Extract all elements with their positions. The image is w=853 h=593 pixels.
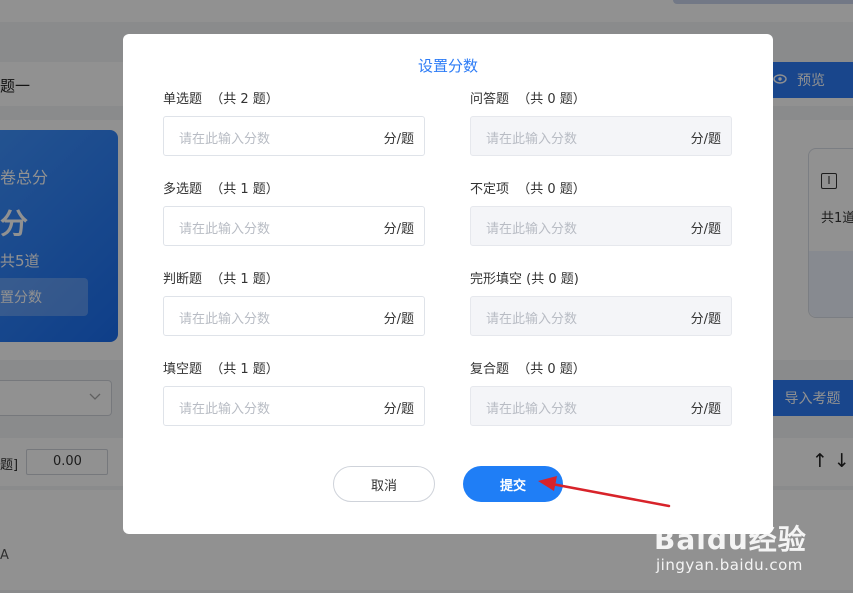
cloze-score-input[interactable]: 请在此输入分数 分/题	[470, 296, 732, 336]
multi-choice-score-input[interactable]: 请在此输入分数 分/题	[163, 206, 425, 246]
input-placeholder: 请在此输入分数	[179, 222, 271, 237]
input-placeholder: 请在此输入分数	[179, 132, 271, 147]
true-false-label: 判断题 （共 1 题）	[163, 272, 279, 287]
cancel-button[interactable]: 取消	[333, 466, 435, 502]
input-placeholder: 请在此输入分数	[486, 132, 578, 147]
true-false-score-input[interactable]: 请在此输入分数 分/题	[163, 296, 425, 336]
input-placeholder: 请在此输入分数	[486, 312, 578, 327]
multi-choice-label: 多选题 （共 1 题）	[163, 182, 279, 197]
input-placeholder: 请在此输入分数	[486, 222, 578, 237]
essay-score-input[interactable]: 请在此输入分数 分/题	[470, 116, 732, 156]
essay-label: 问答题 （共 0 题）	[470, 92, 586, 107]
indefinite-choice-label: 不定项 （共 0 题）	[470, 182, 586, 197]
dialog-title: 设置分数	[417, 57, 478, 75]
baidu-watermark: Baidu经验 jingyan.baidu.com	[654, 500, 814, 580]
composite-label: 复合题 （共 0 题）	[470, 362, 586, 377]
fill-blank-label: 填空题 （共 1 题）	[163, 362, 279, 377]
fill-blank-score-input[interactable]: 请在此输入分数 分/题	[163, 386, 425, 426]
set-score-dialog: 设置分数 单选题 （共 2 题） 请在此输入分数 分/题 多选题 （共 1 题）…	[123, 34, 773, 534]
indefinite-choice-score-input[interactable]: 请在此输入分数 分/题	[470, 206, 732, 246]
input-placeholder: 请在此输入分数	[486, 402, 578, 417]
unit-label: 分/题	[383, 132, 414, 147]
composite-score-input[interactable]: 请在此输入分数 分/题	[470, 386, 732, 426]
unit-label: 分/题	[383, 402, 414, 417]
unit-label: 分/题	[690, 222, 721, 237]
unit-label: 分/题	[690, 402, 721, 417]
input-placeholder: 请在此输入分数	[179, 402, 271, 417]
single-choice-score-input[interactable]: 请在此输入分数 分/题	[163, 116, 425, 156]
unit-label: 分/题	[383, 312, 414, 327]
watermark-text: Baidu经验	[654, 523, 807, 556]
submit-button[interactable]: 提交	[463, 466, 563, 502]
unit-label: 分/题	[690, 132, 721, 147]
single-choice-label: 单选题 （共 2 题）	[163, 92, 279, 107]
input-placeholder: 请在此输入分数	[179, 312, 271, 327]
unit-label: 分/题	[383, 222, 414, 237]
unit-label: 分/题	[690, 312, 721, 327]
cloze-label: 完形填空 (共 0 题)	[470, 272, 579, 287]
watermark-url: jingyan.baidu.com	[656, 556, 803, 574]
